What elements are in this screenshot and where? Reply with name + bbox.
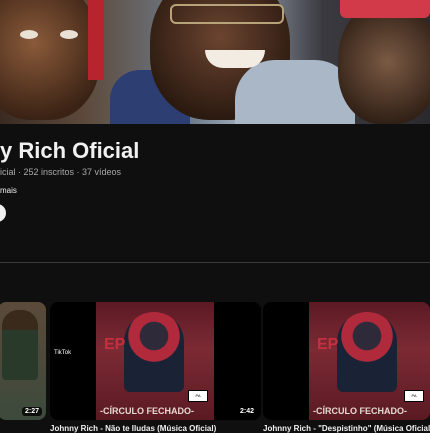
- tiktok-watermark: TikTok: [54, 350, 72, 356]
- banner-eye: [20, 30, 38, 39]
- more-link[interactable]: mais: [0, 186, 17, 195]
- banner-person-left: [0, 0, 100, 120]
- channel-meta: icial · 252 inscritos · 37 vídeos: [0, 167, 122, 177]
- video-thumbnail: EP -CÍRCULO FECHADO- PA: [96, 302, 214, 420]
- tabs-divider: [0, 262, 430, 263]
- video-card[interactable]: 2:27: [0, 302, 46, 420]
- banner-red-accent: [88, 0, 104, 80]
- subscribe-button[interactable]: [0, 204, 6, 222]
- video-duration: 2:27: [21, 407, 42, 416]
- channel-banner: [0, 0, 430, 124]
- banner-glasses: [170, 4, 284, 24]
- parental-advisory-icon: PA: [404, 390, 424, 402]
- banner-eye: [60, 30, 78, 39]
- album-caption: -CÍRCULO FECHADO-: [100, 406, 194, 416]
- video-title[interactable]: Johnny Rich - "Despistinho" (Música Ofic…: [263, 424, 430, 433]
- banner-person-right: [338, 0, 430, 124]
- video-title[interactable]: Johnny Rich - Não te Iludas (Música Ofic…: [50, 424, 255, 433]
- video-duration: 2:42: [236, 407, 257, 416]
- video-card[interactable]: EP -CÍRCULO FECHADO- PA: [263, 302, 430, 420]
- channel-name: y Rich Oficial: [0, 138, 140, 163]
- artist-portrait: [124, 312, 184, 392]
- video-thumbnail: [2, 310, 38, 380]
- banner-smile: [205, 50, 265, 68]
- video-card[interactable]: EP -CÍRCULO FECHADO- PA TikTok 2:42: [50, 302, 261, 420]
- album-caption: -CÍRCULO FECHADO-: [313, 406, 407, 416]
- artist-portrait: [337, 312, 397, 392]
- banner-hoodie: [235, 60, 355, 124]
- video-thumbnail: EP -CÍRCULO FECHADO- PA: [309, 302, 430, 420]
- banner-cap: [340, 0, 430, 18]
- ep-label: EP: [104, 336, 126, 353]
- parental-advisory-icon: PA: [188, 390, 208, 402]
- ep-label: EP: [317, 336, 339, 353]
